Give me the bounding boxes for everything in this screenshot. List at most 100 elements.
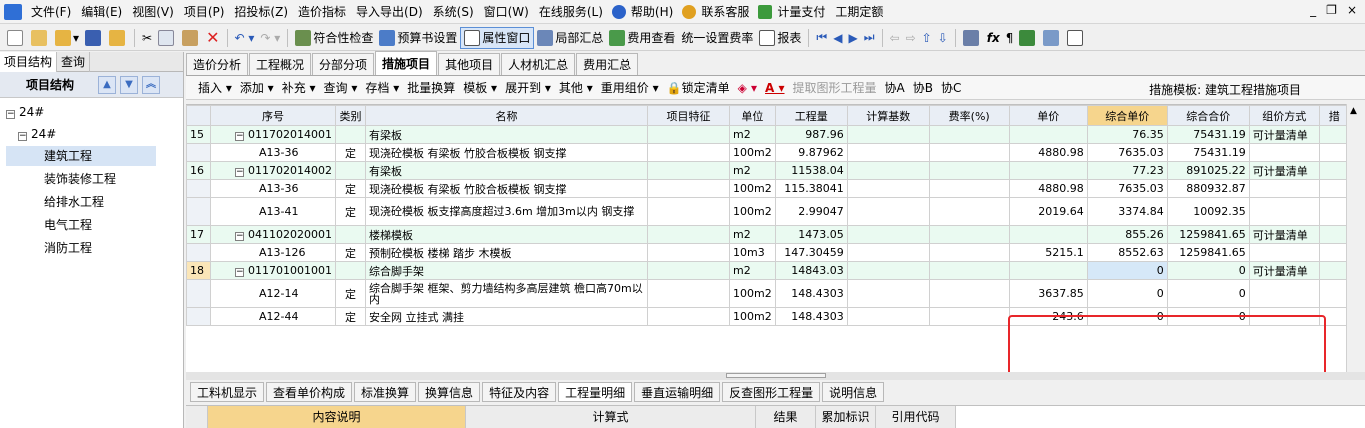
assist-a-button[interactable]: 协A [881, 79, 909, 96]
base-cell[interactable] [846, 243, 930, 262]
unit-cell[interactable]: m2 [728, 125, 776, 144]
tab-conversion-info[interactable]: 换算信息 [418, 382, 481, 402]
copy-button[interactable] [155, 27, 179, 49]
price-cell[interactable]: 3637.85 [1008, 279, 1088, 308]
splitter-grip[interactable] [726, 373, 826, 378]
base-cell[interactable] [846, 307, 930, 326]
fee-view-button[interactable]: 费用查看 [606, 27, 678, 49]
code-cell[interactable]: −011701001001 [210, 261, 336, 280]
base-cell[interactable] [846, 279, 930, 308]
tab-materials[interactable]: 人材机汇总 [501, 53, 576, 75]
quantity-cell[interactable]: 147.30459 [774, 243, 848, 262]
unit-cell[interactable]: 10m3 [728, 243, 776, 262]
feature-cell[interactable] [646, 279, 730, 308]
tab-overview[interactable]: 工程概况 [249, 53, 312, 75]
more-cell[interactable] [1318, 143, 1350, 162]
tab-price-composition[interactable]: 查看单价构成 [266, 382, 353, 402]
price-cell[interactable]: 2019.64 [1008, 197, 1088, 226]
menu-online-service[interactable]: 在线服务(L) [534, 1, 608, 23]
price-cell[interactable] [1008, 261, 1088, 280]
list-button[interactable] [1064, 27, 1088, 49]
row-number-cell[interactable] [186, 143, 211, 162]
more-cell[interactable] [1318, 179, 1350, 198]
unit-price-cell[interactable]: 0 [1086, 279, 1168, 308]
method-cell[interactable]: 可计量清单 [1248, 161, 1320, 180]
tab-query[interactable]: 查询 [57, 52, 91, 72]
tree-node-root[interactable]: −24# [6, 102, 44, 122]
move-up-button[interactable]: ⇧ [919, 27, 935, 49]
quantity-cell[interactable]: 2.99047 [774, 197, 848, 226]
more-cell[interactable] [1318, 243, 1350, 262]
quantity-cell[interactable]: 9.87962 [774, 143, 848, 162]
tab-features[interactable]: 特征及内容 [482, 382, 557, 402]
reuse-pricing-button[interactable]: 重用组价 ▾ [597, 79, 663, 96]
paragraph-button[interactable]: ¶ [1003, 27, 1017, 49]
rate-cell[interactable] [928, 161, 1010, 180]
rate-cell[interactable] [928, 243, 1010, 262]
base-cell[interactable] [846, 225, 930, 244]
pane-splitter[interactable] [186, 372, 1365, 380]
price-cell[interactable] [1008, 161, 1088, 180]
redo-button[interactable]: ↷ ▾ [257, 27, 283, 49]
tab-notes[interactable]: 说明信息 [822, 382, 885, 402]
total-cell[interactable]: 75431.19 [1166, 143, 1250, 162]
base-cell[interactable] [846, 261, 930, 280]
feature-cell[interactable] [646, 125, 730, 144]
folder-button[interactable] [106, 27, 130, 49]
more-cell[interactable] [1318, 279, 1350, 308]
row-number-cell[interactable] [186, 243, 211, 262]
quota-item-row[interactable]: A13-36 定现浇砼模板 有梁板 竹胶合板模板 钢支撑 100m2 9.87962 4… [186, 143, 1350, 162]
tab-quantity-details[interactable]: 工程量明细 [558, 382, 633, 402]
type-cell[interactable] [334, 125, 366, 144]
more-cell[interactable] [1318, 261, 1350, 280]
unit-price-cell[interactable]: 8552.63 [1086, 243, 1168, 262]
tab-vertical-transport[interactable]: 垂直运输明细 [634, 382, 721, 402]
feature-cell[interactable] [646, 261, 730, 280]
code-cell[interactable]: −011702014001 [210, 125, 336, 144]
sub-col-ref-code[interactable]: 引用代码 [876, 406, 956, 428]
feature-cell[interactable] [646, 161, 730, 180]
sub-col-description[interactable]: 内容说明 [208, 406, 466, 428]
collapse-icon[interactable]: ︽ [142, 75, 161, 94]
method-cell[interactable] [1248, 243, 1320, 262]
unit-price-cell[interactable]: 0 [1086, 307, 1168, 326]
total-cell[interactable]: 880932.87 [1166, 179, 1250, 198]
tree-node-project[interactable]: −24# [18, 124, 56, 144]
base-cell[interactable] [846, 197, 930, 226]
template-button[interactable]: 模板 ▾ [459, 79, 501, 96]
menu-payment[interactable]: 计量支付 [772, 1, 830, 23]
type-cell[interactable]: 定 [334, 243, 366, 262]
code-cell[interactable]: A13-36 [210, 143, 336, 162]
type-cell[interactable]: 定 [334, 307, 366, 326]
price-cell[interactable]: 243.6 [1008, 307, 1088, 326]
row-number-cell[interactable]: 17 [186, 225, 211, 244]
row-number-cell[interactable] [186, 279, 211, 308]
price-cell[interactable]: 4880.98 [1008, 143, 1088, 162]
col-header-total[interactable]: 综合合价 [1166, 105, 1250, 126]
lock-list-button[interactable]: 🔒锁定清单 [663, 79, 734, 96]
quantity-cell[interactable]: 11538.04 [774, 161, 848, 180]
delete-button[interactable]: ✕ [203, 27, 222, 49]
name-cell[interactable]: 预制砼模板 楼梯 踏步 木模板 [364, 243, 648, 262]
quantity-cell[interactable]: 148.4303 [774, 279, 848, 308]
menu-help[interactable]: 帮助(H) [626, 1, 678, 23]
list-item-row[interactable]: 17−041102020001 楼梯模板 m2 1473.05 855.26 125984… [186, 225, 1350, 244]
rate-cell[interactable] [928, 225, 1010, 244]
prev-button[interactable]: ◀ [830, 27, 845, 49]
move-down-icon[interactable]: ▼ [120, 75, 139, 94]
tab-standard-conversion[interactable]: 标准换算 [354, 382, 417, 402]
cut-button[interactable]: ✂ [139, 27, 155, 49]
menu-project[interactable]: 项目(P) [179, 1, 230, 23]
quota-item-row[interactable]: A13-41 定现浇砼模板 板支撑高度超过3.6m 增加3m以内 钢支撑 100m2… [186, 197, 1350, 226]
color-button[interactable] [1016, 27, 1040, 49]
col-header-base[interactable]: 计算基数 [846, 105, 930, 126]
partial-summary-button[interactable]: 局部汇总 [534, 27, 606, 49]
unit-cell[interactable]: 100m2 [728, 307, 776, 326]
unit-cell[interactable]: 100m2 [728, 197, 776, 226]
col-header-more[interactable]: 措 [1318, 105, 1350, 126]
unit-price-cell[interactable]: 77.23 [1086, 161, 1168, 180]
save-button[interactable] [82, 27, 106, 49]
more-cell[interactable] [1318, 125, 1350, 144]
row-number-cell[interactable]: 16 [186, 161, 211, 180]
add-button[interactable]: 添加 ▾ [236, 79, 278, 96]
